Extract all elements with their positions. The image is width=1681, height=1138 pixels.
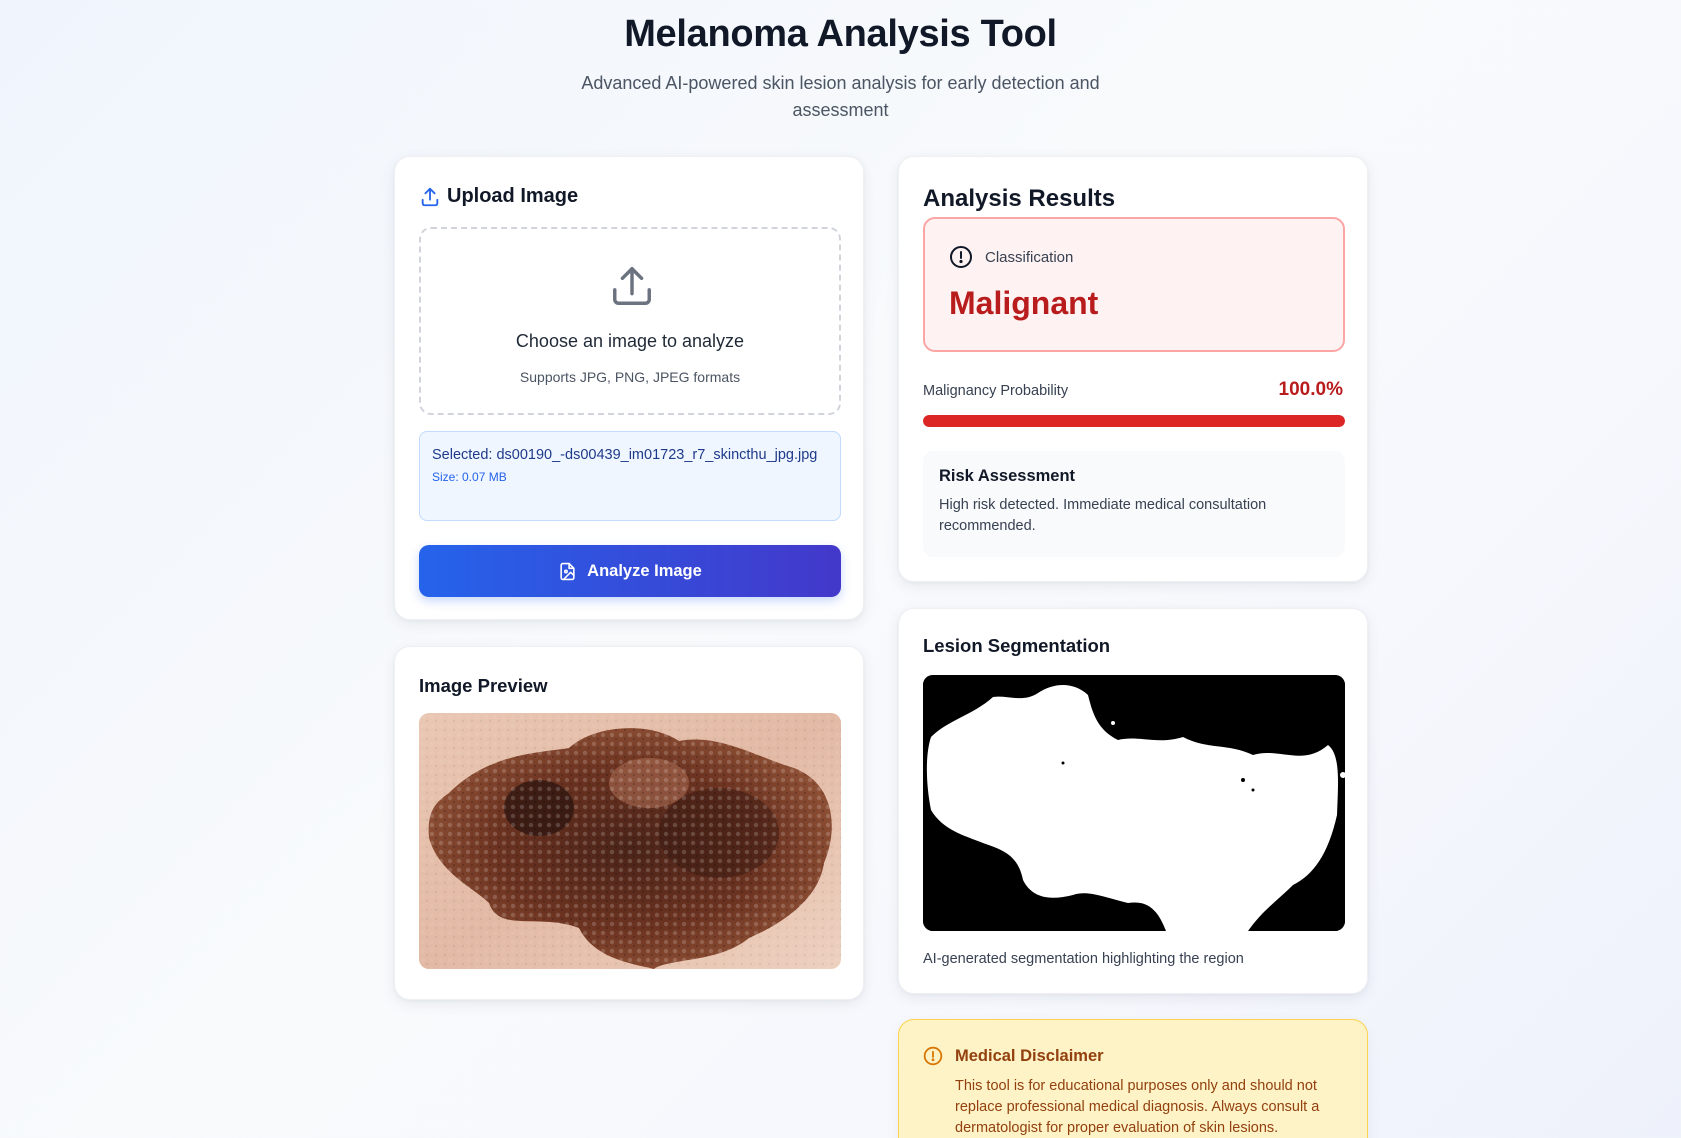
file-dropzone[interactable]: Choose an image to analyze Supports JPG,… [419,227,841,415]
alert-circle-icon [950,246,972,268]
lesion-segmentation-card: Lesion Segmentation AI-generated segment… [898,608,1368,994]
analysis-results-card: Analysis Results Classification Malignan… [898,156,1368,582]
disclaimer-text: This tool is for educational purposes on… [955,1078,1320,1136]
probability-value: 100.0% [1278,379,1343,400]
page-title: Melanoma Analysis Tool [624,13,1057,55]
upload-arrow-icon [613,267,651,305]
analyze-image-button[interactable]: Analyze Image [419,545,841,597]
disclaimer-title: Medical Disclaimer [955,1047,1104,1065]
segmentation-heading: Lesion Segmentation [923,635,1111,656]
dropzone-title: Choose an image to analyze [515,331,745,351]
classification-value: Malignant [949,285,1099,321]
image-preview-card: Image Preview [394,646,864,1000]
lesion-preview-image [419,713,841,969]
selected-file-info: Selected: ds00190_-ds00439_im01723_r7_sk… [419,431,841,521]
risk-title: Risk Assessment [939,467,1076,485]
upload-card: Upload Image Choose an image to analyze … [394,156,864,620]
risk-text: High risk detected. Immediate medical co… [939,497,1267,534]
classification-label: Classification [985,249,1074,266]
probability-bar-fill [923,415,1345,427]
selected-file-size: Size: 0.07 MB [432,470,507,484]
segmentation-mask-image [923,675,1345,931]
upload-icon [421,187,439,207]
probability-label: Malignancy Probability [923,383,1069,399]
alert-circle-icon [923,1046,943,1066]
segmentation-caption: AI-generated segmentation highlighting t… [923,951,1244,967]
classification-box: Classification Malignant [923,217,1345,352]
medical-disclaimer-card: Medical Disclaimer This tool is for educ… [898,1019,1368,1138]
probability-bar [923,415,1345,427]
page-subtitle: Advanced AI-powered skin lesion analysis… [581,73,1100,120]
dropzone-subtitle: Supports JPG, PNG, JPEG formats [519,369,741,385]
preview-heading: Image Preview [419,675,548,696]
selected-file-name: Selected: ds00190_-ds00439_im01723_r7_sk… [432,447,818,463]
upload-heading: Upload Image [447,185,579,207]
risk-assessment-box: Risk Assessment High risk detected. Imme… [923,451,1345,557]
analyze-button-label: Analyze Image [587,561,702,580]
results-heading: Analysis Results [923,185,1116,212]
image-file-icon [560,562,575,580]
